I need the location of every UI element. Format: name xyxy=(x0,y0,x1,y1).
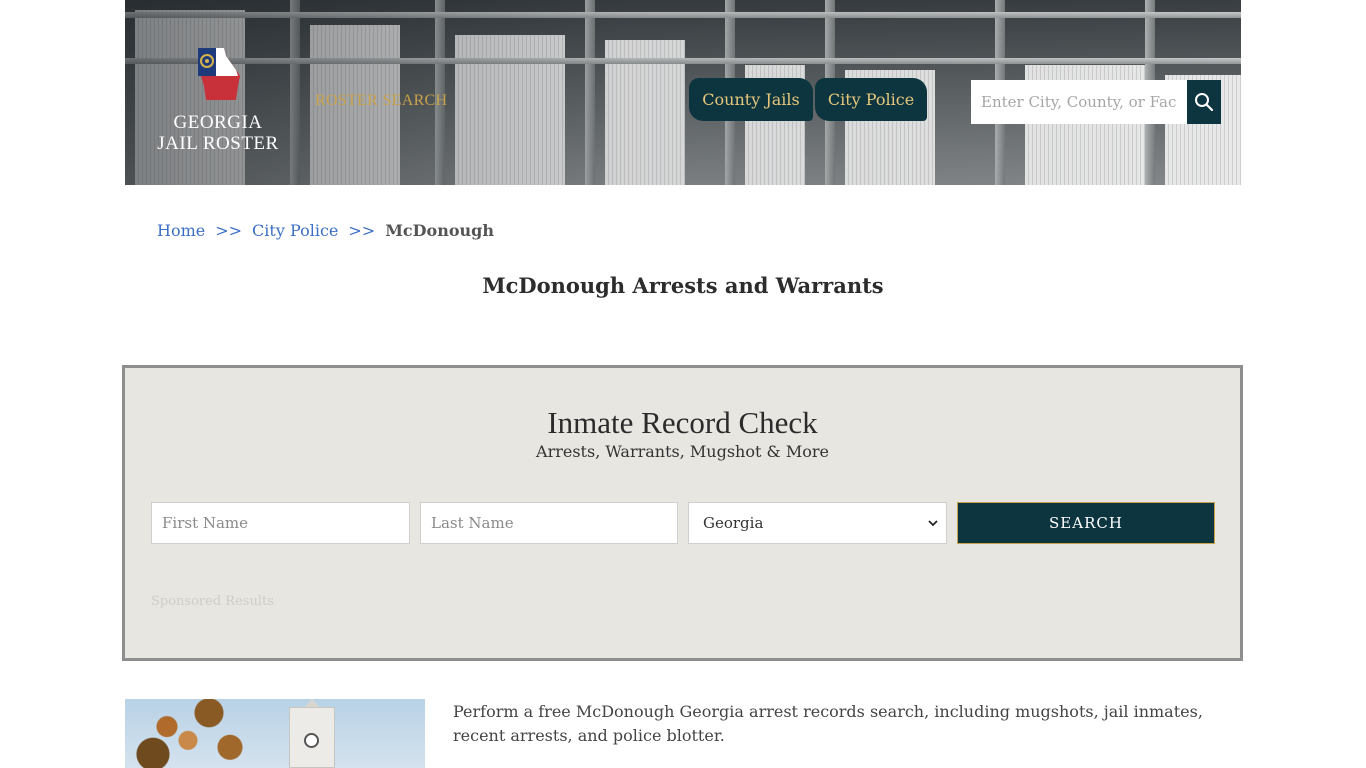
state-select-value: Georgia xyxy=(703,514,764,532)
intro-paragraph: Perform a free McDonough Georgia arrest … xyxy=(453,702,1203,745)
breadcrumb-current: McDonough xyxy=(385,221,494,240)
facility-search-input[interactable] xyxy=(971,80,1187,124)
facility-search-button[interactable] xyxy=(1187,80,1221,124)
site-logo[interactable]: GEORGIA JAIL ROSTER xyxy=(153,46,283,154)
panel-subtitle: Arrests, Warrants, Mugshot & More xyxy=(536,442,829,461)
clock-icon xyxy=(304,733,319,748)
logo-line-2: JAIL ROSTER xyxy=(157,133,279,154)
chevron-down-icon xyxy=(928,520,938,527)
search-icon xyxy=(1195,93,1214,112)
breadcrumb: Home >> City Police >> McDonough xyxy=(157,221,494,240)
breadcrumb-separator: >> xyxy=(348,221,376,240)
sponsored-results-label: Sponsored Results xyxy=(151,594,274,609)
nav-county-jails[interactable]: County Jails xyxy=(689,78,813,121)
search-button[interactable]: SEARCH xyxy=(957,502,1215,544)
first-name-field[interactable] xyxy=(151,502,410,544)
roster-search-link[interactable]: ROSTER SEARCH xyxy=(315,92,447,110)
breadcrumb-home[interactable]: Home xyxy=(157,221,205,240)
breadcrumb-separator: >> xyxy=(215,221,243,240)
inmate-record-check-panel: Inmate Record Check Arrests, Warrants, M… xyxy=(122,365,1243,661)
panel-title: Inmate Record Check xyxy=(547,405,818,440)
page-title: McDonough Arrests and Warrants xyxy=(482,273,884,298)
nav-city-police[interactable]: City Police xyxy=(815,78,927,121)
breadcrumb-city-police[interactable]: City Police xyxy=(252,221,338,240)
georgia-map-icon xyxy=(198,48,240,100)
header-banner: GEORGIA JAIL ROSTER ROSTER SEARCH County… xyxy=(125,0,1241,185)
state-select[interactable]: Georgia xyxy=(688,502,947,544)
tree-decor xyxy=(125,699,265,768)
last-name-field[interactable] xyxy=(420,502,678,544)
logo-line-1: GEORGIA xyxy=(173,112,263,133)
courthouse-photo xyxy=(125,699,425,768)
